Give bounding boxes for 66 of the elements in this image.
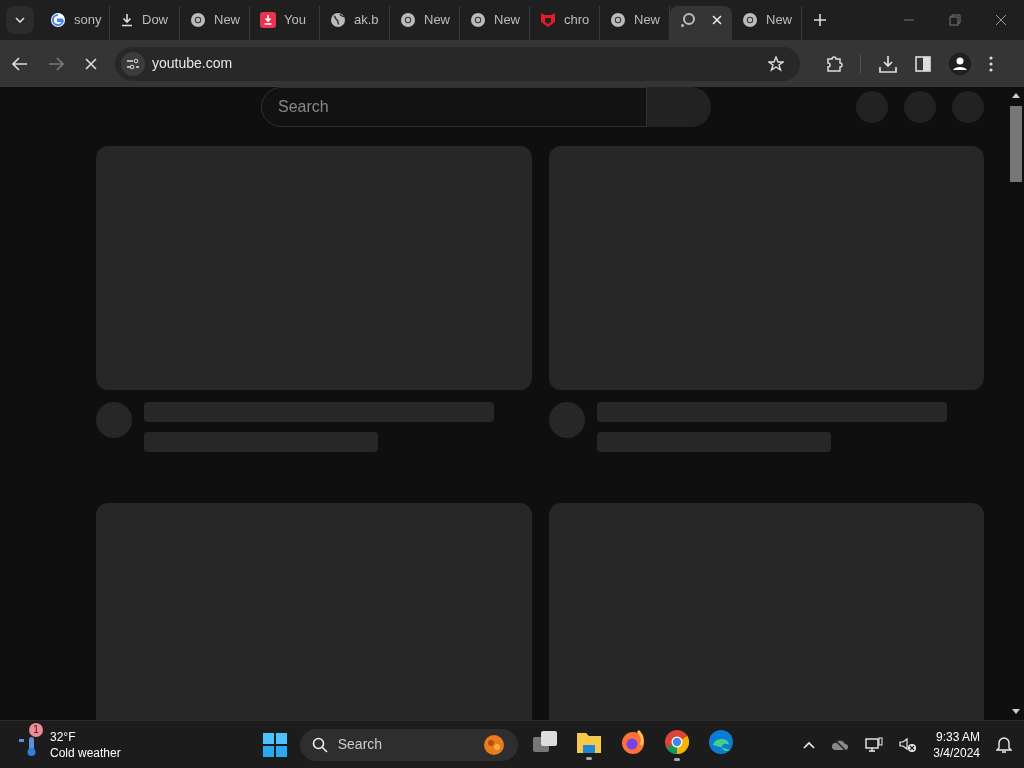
side-panel-icon[interactable]	[915, 55, 931, 72]
running-indicator	[585, 756, 592, 760]
clock-date[interactable]: 3/4/2024	[933, 744, 980, 761]
tab-title: New	[634, 11, 660, 30]
scroll-down-icon[interactable]	[1012, 709, 1020, 714]
windows-stack-icon	[531, 729, 558, 754]
running-indicator	[673, 757, 680, 761]
google-icon	[50, 12, 66, 28]
weather-text: Cold weather	[50, 744, 121, 761]
chrome-icon	[190, 12, 206, 28]
download-icon	[120, 13, 134, 27]
tab-title: sony	[74, 11, 102, 30]
tab-list-button[interactable]	[6, 6, 34, 34]
download-icon[interactable]	[879, 54, 897, 73]
scroll-up-icon[interactable]	[1012, 93, 1020, 98]
close-icon[interactable]	[712, 15, 722, 25]
forward-icon[interactable]	[48, 56, 64, 71]
menu-icon[interactable]	[989, 55, 993, 72]
shield-icon	[540, 12, 556, 28]
new-tab-icon[interactable]	[814, 14, 826, 26]
notification-badge: 1	[29, 722, 43, 737]
chevron-down-icon	[15, 17, 25, 23]
speaker-muted-icon[interactable]	[899, 736, 918, 753]
cloud-off-icon[interactable]	[831, 737, 850, 752]
start-icon[interactable]	[262, 732, 287, 757]
chevron-up-icon[interactable]	[803, 740, 816, 749]
search-field[interactable]: Search	[337, 734, 458, 755]
clock-time[interactable]: 9:33 AM	[935, 728, 980, 745]
search-field[interactable]: Search	[261, 87, 647, 127]
chrome-icon	[742, 12, 758, 28]
avatar-placeholder	[96, 402, 132, 438]
tab-title: New	[214, 11, 240, 30]
scroll-thumb[interactable]	[1010, 106, 1022, 182]
food-illustration-icon	[481, 732, 506, 757]
search-button-placeholder	[647, 87, 711, 127]
download-app-icon	[260, 12, 276, 28]
browser-tab[interactable]	[670, 6, 732, 40]
tab-title: You	[284, 11, 306, 30]
profile-icon[interactable]	[949, 52, 971, 75]
site-settings-icon[interactable]	[121, 51, 145, 76]
chrome-icon	[470, 12, 486, 28]
tab-title: chro	[564, 11, 590, 30]
loading-icon	[680, 12, 696, 28]
url-text: youtube.com	[152, 54, 233, 73]
back-icon[interactable]	[12, 56, 28, 71]
globe-icon	[330, 12, 346, 28]
chrome-icon	[610, 12, 626, 28]
chrome-icon	[663, 728, 690, 755]
tab-title: Dow	[142, 11, 168, 30]
edge-icon	[707, 728, 734, 755]
star-icon[interactable]	[768, 55, 784, 72]
bell-icon[interactable]	[996, 735, 1012, 754]
tab-title: New	[424, 11, 450, 30]
firefox-icon	[619, 728, 646, 755]
taskbar-search-field[interactable]: Search	[299, 728, 518, 761]
search-icon	[311, 736, 328, 753]
tab-title: New	[494, 11, 520, 30]
stop-icon[interactable]	[85, 57, 97, 70]
tab-title: ak.b	[354, 11, 379, 30]
chrome-icon	[400, 12, 416, 28]
avatar-placeholder	[548, 402, 585, 438]
temperature-text: 32°F	[50, 728, 77, 745]
tab-title: New	[766, 11, 792, 30]
puzzle-icon[interactable]	[826, 54, 844, 73]
address-field[interactable]: youtube.com	[115, 46, 800, 81]
network-icon[interactable]	[865, 736, 884, 753]
